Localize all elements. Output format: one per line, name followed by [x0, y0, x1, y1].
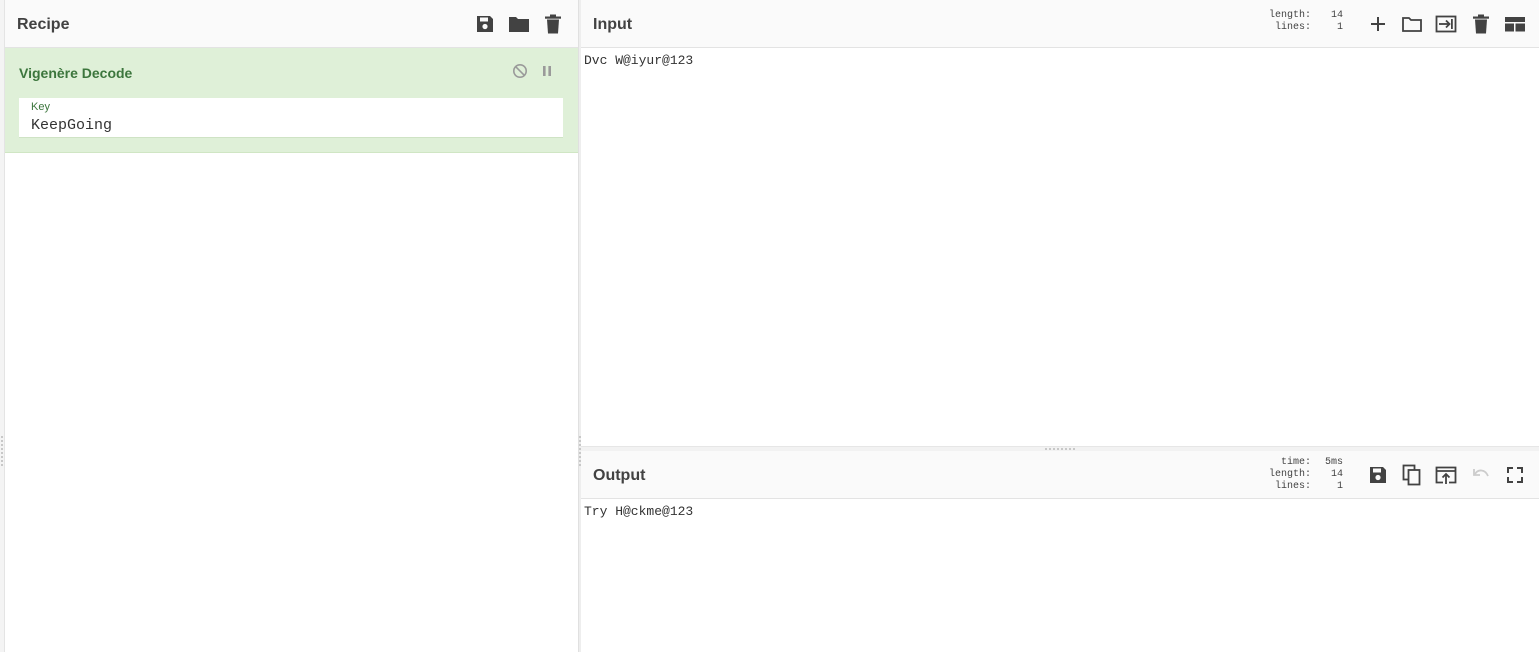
folder-icon — [1402, 17, 1422, 32]
copy-output-button[interactable] — [1401, 464, 1423, 486]
output-stats: time: 5ms length: 14 lines: 1 — [1269, 457, 1343, 493]
replace-input-icon — [1435, 466, 1457, 484]
undo-icon — [1473, 469, 1489, 477]
replace-input-button[interactable] — [1435, 464, 1457, 486]
output-lines-value: 1 — [1336, 481, 1343, 492]
input-lines-label: lines: — [1274, 22, 1311, 33]
output-time-value: 5ms — [1324, 457, 1343, 468]
layout-icon — [1505, 17, 1525, 32]
output-title: Output — [593, 467, 646, 484]
disable-operation-button[interactable] — [511, 62, 529, 80]
load-recipe-button[interactable] — [508, 13, 530, 35]
operation-title: Vigenère Decode — [19, 65, 133, 81]
left-grip[interactable] — [1, 436, 3, 466]
input-length-value: 14 — [1330, 10, 1343, 21]
trash-icon — [545, 14, 561, 34]
recipe-pane: Recipe Vigenère Decode Key KeepGoing — [5, 0, 578, 652]
pause-icon — [543, 66, 551, 76]
reset-layout-button[interactable] — [1504, 13, 1526, 35]
clear-input-button[interactable] — [1470, 13, 1492, 35]
save-icon — [477, 16, 493, 32]
input-stats: length: 14 lines: 1 — [1269, 10, 1343, 34]
open-file-button[interactable] — [1401, 13, 1423, 35]
copy-icon — [1402, 464, 1421, 486]
output-length-label: length: — [1268, 469, 1311, 480]
input-length-label: length: — [1268, 10, 1311, 21]
output-header: Output time: 5ms length: 14 lines: 1 — [581, 451, 1539, 499]
pause-operation-button[interactable] — [538, 62, 556, 80]
recipe-header: Recipe — [5, 0, 578, 48]
input-header: Input length: 14 lines: 1 — [581, 0, 1539, 48]
disable-icon — [513, 64, 527, 78]
import-icon — [1435, 15, 1457, 33]
fullscreen-icon — [1507, 467, 1523, 483]
maximise-output-button[interactable] — [1504, 464, 1526, 486]
output-time-label: time: — [1280, 457, 1311, 468]
open-folder-button[interactable] — [1435, 13, 1457, 35]
save-icon — [1370, 467, 1386, 483]
output-text[interactable]: Try H@ckme@123 — [584, 504, 693, 519]
save-output-button[interactable] — [1367, 464, 1389, 486]
key-label: Key — [31, 101, 50, 113]
input-textarea[interactable]: Dvc W@iyur@123 — [584, 53, 693, 68]
output-pane: Output time: 5ms length: 14 lines: 1 Try… — [581, 451, 1539, 652]
input-pane: Input length: 14 lines: 1 Dvc W@iyur@123 — [581, 0, 1539, 449]
output-length-value: 14 — [1330, 469, 1343, 480]
horizontal-grip[interactable] — [1045, 448, 1075, 450]
undo-button[interactable] — [1470, 464, 1492, 486]
clear-recipe-button[interactable] — [542, 13, 564, 35]
trash-icon — [1473, 14, 1489, 34]
add-input-tab-button[interactable] — [1367, 13, 1389, 35]
output-lines-label: lines: — [1274, 481, 1311, 492]
input-title: Input — [593, 16, 633, 33]
key-input[interactable]: KeepGoing — [31, 117, 112, 134]
input-lines-value: 1 — [1336, 22, 1343, 33]
save-recipe-button[interactable] — [474, 13, 496, 35]
key-field[interactable]: Key KeepGoing — [19, 98, 563, 138]
recipe-title: Recipe — [17, 16, 70, 33]
operation-vigenere-decode[interactable]: Vigenère Decode Key KeepGoing — [5, 48, 578, 153]
plus-icon — [1371, 17, 1385, 31]
folder-icon — [509, 17, 529, 32]
